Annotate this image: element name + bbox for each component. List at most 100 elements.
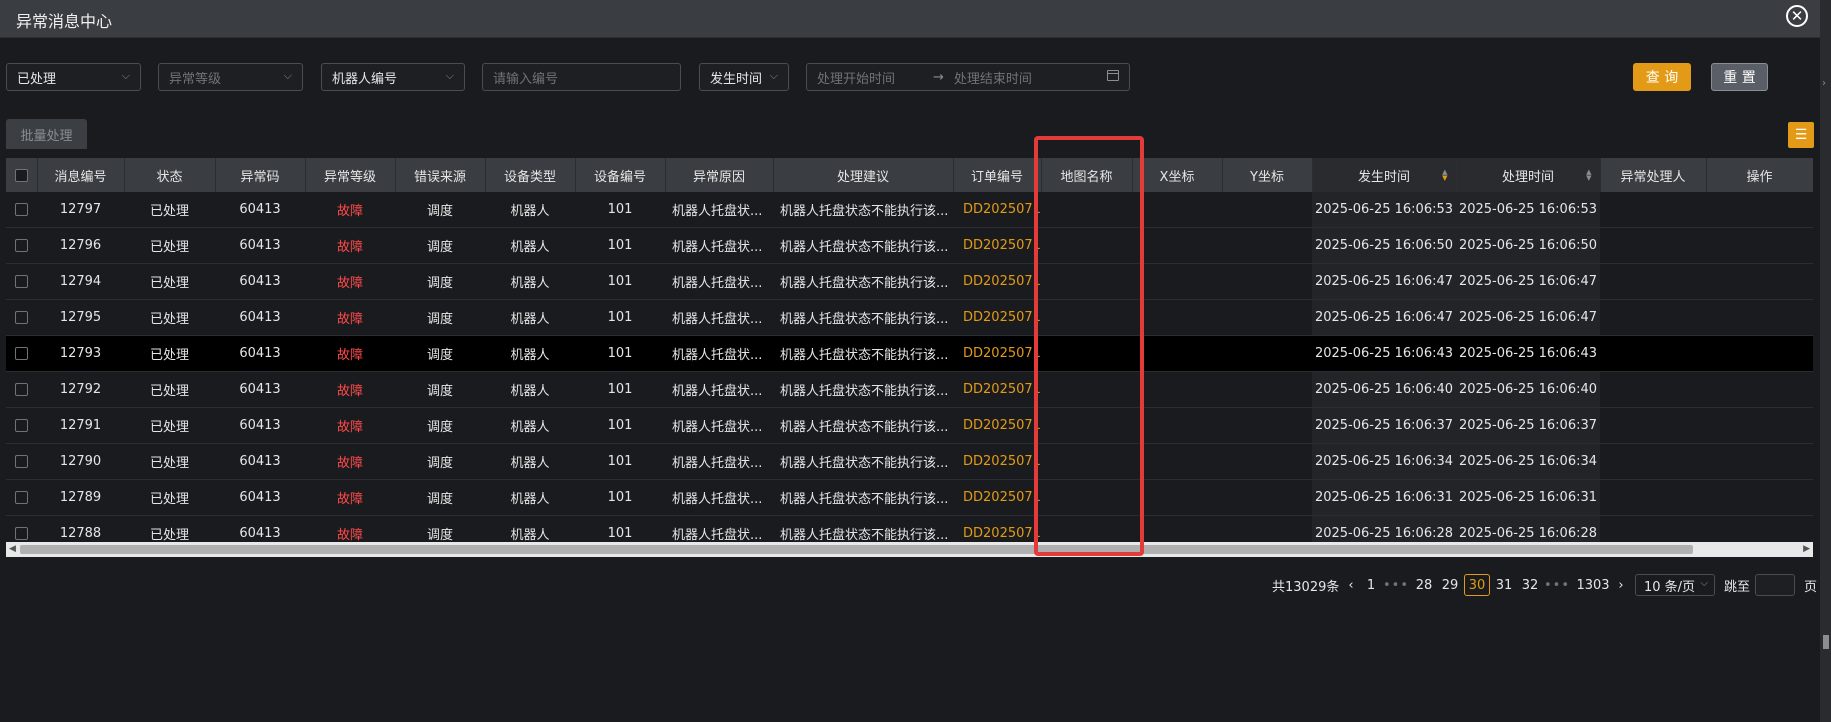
page-item[interactable]: 32 xyxy=(1519,574,1541,596)
col-header: 设备编号 xyxy=(575,158,666,192)
page-scrollbar-thumb[interactable] xyxy=(1823,635,1829,649)
order-id-cell[interactable]: DD202507100 xyxy=(953,479,1041,516)
order-id-cell[interactable]: DD202507100 xyxy=(953,443,1041,480)
page-item[interactable]: 29 xyxy=(1439,574,1461,596)
row-checkbox[interactable] xyxy=(6,299,37,336)
column-settings-icon[interactable]: ☰ xyxy=(1788,122,1814,148)
occur-time-cell: 2025-06-25 16:06:50 xyxy=(1312,227,1456,264)
msg-id-cell: 12789 xyxy=(37,479,124,516)
page-item[interactable]: 28 xyxy=(1413,574,1435,596)
close-icon[interactable]: ✕ xyxy=(1786,5,1808,27)
col-header-occur-time[interactable]: 发生时间 ▲ ▼ xyxy=(1312,158,1457,192)
order-id-cell[interactable]: DD202507100 xyxy=(953,371,1041,408)
table-row[interactable]: 12792 已处理 60413 故障 调度 机器人 101 机器人托盘状... 机器人托盘状态不… xyxy=(6,371,1813,408)
x-cell xyxy=(1132,192,1222,228)
map-name-cell xyxy=(1041,335,1132,372)
page-scrollbar[interactable]: › xyxy=(1820,0,1831,722)
reset-button[interactable]: 重 置 xyxy=(1711,63,1768,91)
reason-cell: 机器人托盘状... xyxy=(665,335,773,372)
jump-page-input[interactable] xyxy=(1755,574,1795,596)
level-cell: 故障 xyxy=(305,192,395,228)
handle-time-cell: 2025-06-25 16:06:47 xyxy=(1456,263,1600,300)
table-row[interactable]: 12794 已处理 60413 故障 调度 机器人 101 机器人托盘状... 机器人托盘状态不… xyxy=(6,263,1813,300)
x-cell xyxy=(1132,227,1222,264)
status-select-value: 已处理 xyxy=(17,71,57,87)
table-row[interactable]: 12795 已处理 60413 故障 调度 机器人 101 机器人托盘状... 机器人托盘状态不… xyxy=(6,299,1813,336)
prev-page-icon[interactable]: ‹ xyxy=(1344,574,1358,596)
col-header: 状态 xyxy=(124,158,216,192)
code-input[interactable]: 请输入编号 xyxy=(482,63,681,91)
table-row[interactable]: 12796 已处理 60413 故障 调度 机器人 101 机器人托盘状... 机器人托盘状态不… xyxy=(6,227,1813,264)
row-checkbox[interactable] xyxy=(6,192,37,228)
level-select[interactable]: 异常等级 ⌵ xyxy=(158,63,303,91)
row-checkbox[interactable] xyxy=(6,263,37,300)
row-checkbox[interactable] xyxy=(6,371,37,408)
occur-time-cell: 2025-06-25 16:06:40 xyxy=(1312,371,1456,408)
device-id-cell: 101 xyxy=(575,192,665,228)
col-header-label: 处理时间 xyxy=(1501,169,1554,185)
row-checkbox[interactable] xyxy=(6,227,37,264)
row-checkbox[interactable] xyxy=(6,443,37,480)
table-row[interactable]: 12790 已处理 60413 故障 调度 机器人 101 机器人托盘状... 机器人托盘状态不… xyxy=(6,443,1813,480)
horizontal-scrollbar[interactable]: ◀ ▶ xyxy=(6,542,1813,557)
msg-id-cell: 12795 xyxy=(37,299,124,336)
handler-cell xyxy=(1600,371,1706,408)
select-all-checkbox[interactable] xyxy=(6,158,38,192)
status-cell: 已处理 xyxy=(124,443,215,480)
page-size-value: 10 条/页 xyxy=(1644,579,1696,595)
batch-process-button[interactable]: 批量处理 xyxy=(6,119,87,149)
source-cell: 调度 xyxy=(395,227,485,264)
row-checkbox[interactable] xyxy=(6,335,37,372)
level-select-placeholder: 异常等级 xyxy=(169,71,222,87)
reason-cell: 机器人托盘状... xyxy=(665,263,773,300)
date-range-picker[interactable]: 处理开始时间 → 处理结束时间 xyxy=(806,63,1130,91)
page-item[interactable]: 1303 xyxy=(1575,574,1611,596)
level-cell: 故障 xyxy=(305,371,395,408)
col-header-handle-time[interactable]: 处理时间 ▲ ▼ xyxy=(1456,158,1601,192)
sort-icon[interactable]: ▲ ▼ xyxy=(1586,169,1591,182)
order-id-cell[interactable]: DD202507100 xyxy=(953,335,1041,372)
order-id-cell[interactable]: DD202507100 xyxy=(953,407,1041,444)
x-cell xyxy=(1132,407,1222,444)
reason-cell: 机器人托盘状... xyxy=(665,371,773,408)
sort-icon[interactable]: ▲ ▼ xyxy=(1442,169,1447,182)
source-cell: 调度 xyxy=(395,335,485,372)
scroll-left-icon[interactable]: ◀ xyxy=(9,542,16,557)
order-id-cell[interactable]: DD202507100 xyxy=(953,227,1041,264)
page-item-current[interactable]: 30 xyxy=(1464,574,1490,596)
page-ellipsis[interactable]: ••• xyxy=(1383,574,1408,596)
device-type-cell: 机器人 xyxy=(485,227,575,264)
device-type-cell: 机器人 xyxy=(485,299,575,336)
page-item[interactable]: 31 xyxy=(1493,574,1515,596)
next-page-icon[interactable]: › xyxy=(1614,574,1628,596)
order-id-cell[interactable]: DD202507100 xyxy=(953,192,1041,228)
col-header: 处理建议 xyxy=(773,158,954,192)
msg-id-cell: 12792 xyxy=(37,371,124,408)
suggestion-cell: 机器人托盘状态不能执行该... xyxy=(773,479,953,516)
exception-table: 消息编号 状态 异常码 异常等级 错误来源 设备类型 设备编号 异常原因 处理建… xyxy=(6,158,1813,558)
y-cell xyxy=(1222,335,1312,372)
time-type-select[interactable]: 发生时间 ⌵ xyxy=(699,63,789,91)
table-row[interactable]: 12789 已处理 60413 故障 调度 机器人 101 机器人托盘状... 机器人托盘状态不… xyxy=(6,479,1813,516)
order-id-cell[interactable]: DD202507100 xyxy=(953,263,1041,300)
x-cell xyxy=(1132,263,1222,300)
y-cell xyxy=(1222,192,1312,228)
order-id-cell[interactable]: DD202507100 xyxy=(953,299,1041,336)
row-checkbox[interactable] xyxy=(6,407,37,444)
table-row[interactable]: 12793 已处理 60413 故障 调度 机器人 101 机器人托盘状... 机器人托盘状态不… xyxy=(6,335,1813,372)
reason-cell: 机器人托盘状... xyxy=(665,227,773,264)
scrollbar-thumb[interactable] xyxy=(20,545,1693,554)
query-button[interactable]: 查 询 xyxy=(1633,63,1691,91)
page-size-select[interactable]: 10 条/页 ⌵ xyxy=(1635,574,1715,596)
handler-cell xyxy=(1600,263,1706,300)
pagination-total: 共13029条 xyxy=(1272,579,1340,595)
table-row[interactable]: 12797 已处理 60413 故障 调度 机器人 101 机器人托盘状... 机器人托盘状态不… xyxy=(6,192,1813,228)
scroll-right-icon[interactable]: ▶ xyxy=(1803,542,1810,557)
page-ellipsis[interactable]: ••• xyxy=(1544,574,1569,596)
status-select[interactable]: 已处理 ⌵ xyxy=(6,63,141,91)
code-cell: 60413 xyxy=(215,371,305,408)
table-row[interactable]: 12791 已处理 60413 故障 调度 机器人 101 机器人托盘状... 机器人托盘状态不… xyxy=(6,407,1813,444)
row-checkbox[interactable] xyxy=(6,479,37,516)
robot-select[interactable]: 机器人编号 ⌵ xyxy=(321,63,465,91)
page-item[interactable]: 1 xyxy=(1363,574,1379,596)
